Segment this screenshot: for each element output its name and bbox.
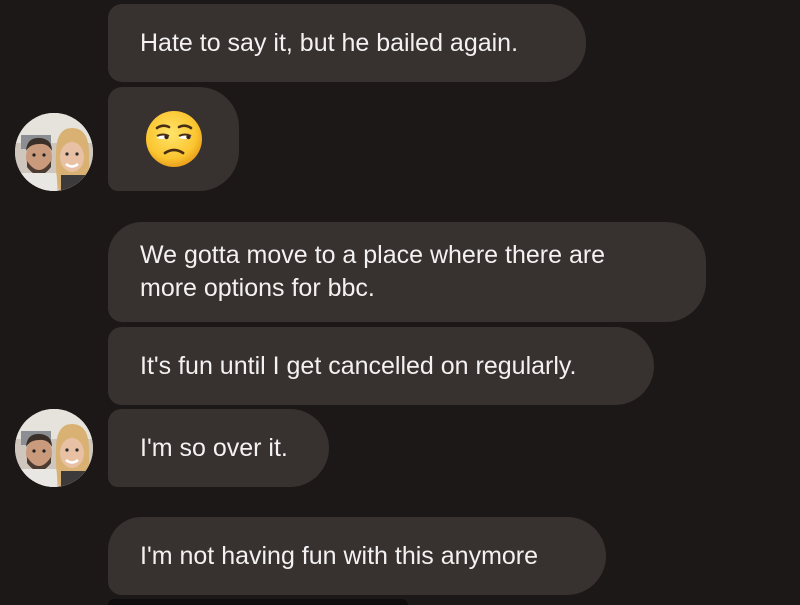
message-line: We gotta move to a place where there are	[140, 241, 606, 269]
message-bubble[interactable]: It's fun until I get cancelled on regula…	[108, 327, 654, 405]
message-text: It's fun until I get cancelled on regula…	[140, 351, 577, 380]
message-bubble[interactable]: Hate to say it, but he bailed again.	[108, 4, 586, 82]
message-text: We gotta move to a place where there are…	[140, 239, 605, 305]
message-text: I'm not having fun with this anymore	[140, 541, 539, 570]
message-bubble-partial[interactable]	[108, 599, 408, 605]
message-text: Hate to say it, but he bailed again.	[140, 28, 519, 57]
message-bubble-emoji[interactable]	[108, 87, 239, 191]
avatar[interactable]	[15, 113, 93, 191]
message-bubble[interactable]: We gotta move to a place where there are…	[108, 222, 706, 322]
message-text: I'm so over it.	[140, 433, 288, 462]
unamused-face-emoji	[144, 109, 204, 169]
message-line: more options for bbc.	[140, 274, 375, 302]
message-bubble[interactable]: I'm not having fun with this anymore	[108, 517, 606, 595]
avatar[interactable]	[15, 409, 93, 487]
message-bubble[interactable]: I'm so over it.	[108, 409, 329, 487]
chat-thread: Hate to say it, but he bailed again. We …	[0, 0, 800, 605]
